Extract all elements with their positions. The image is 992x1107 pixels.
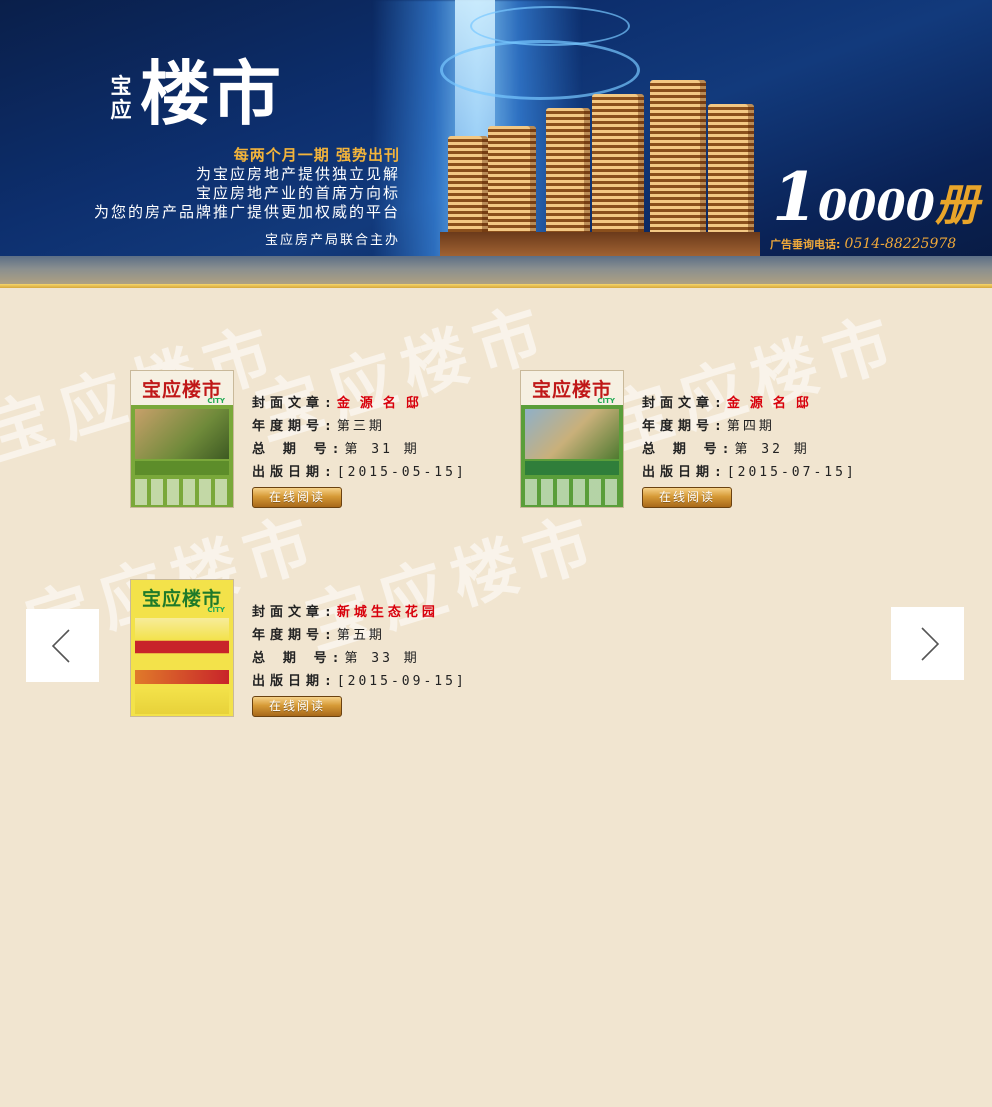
building-image [650, 80, 706, 256]
cover-city: CITY [207, 606, 225, 614]
field-label: 封面文章: [252, 605, 337, 620]
cover-city: CITY [207, 397, 225, 405]
annual-issue: 第三期 [336, 419, 385, 434]
issue-info: 封面文章:金源名邸 年度期号:第三期 总 期 号:第 31 期 出版日期:[20… [252, 392, 467, 508]
cover-grid [135, 479, 229, 505]
publish-date: [2015-05-15] [336, 465, 467, 480]
cover-photo [135, 618, 229, 668]
circulation-count: 10000册 [772, 158, 979, 236]
field-label: 封面文章: [252, 396, 337, 411]
slogan-line: 宝应房地产业的首席方向标 [195, 184, 400, 202]
light-ring-upper [470, 6, 630, 46]
cover-grid [135, 688, 229, 714]
read-online-button[interactable]: 在线阅读 [642, 487, 732, 508]
total-issue: 第 31 期 [344, 442, 420, 457]
field-label: 年度期号: [252, 628, 337, 643]
next-button[interactable] [891, 607, 964, 680]
cover-photo [135, 409, 229, 459]
prev-button[interactable] [26, 609, 99, 682]
cover-band [135, 670, 229, 684]
cover-band [135, 461, 229, 475]
cover-photo [525, 409, 619, 459]
cover-band [525, 461, 619, 475]
field-label: 年度期号: [252, 419, 337, 434]
ad-hotline: 广告垂询电话: 0514-88225978 [770, 236, 956, 252]
cover-grid [525, 479, 619, 505]
logo-subtitle: 宝应 [110, 73, 132, 122]
total-issue: 第 33 期 [344, 651, 420, 666]
issue-info: 封面文章:新城生态花园 年度期号:第五期 总 期 号:第 33 期 出版日期:[… [252, 601, 467, 717]
issue-cover-image[interactable]: 宝应楼市 CITY [130, 579, 234, 717]
publish-date: [2015-09-15] [336, 674, 467, 689]
chevron-right-icon [920, 626, 939, 661]
issue-cover-image[interactable]: 宝应楼市 CITY [520, 370, 624, 508]
total-issue: 第 32 期 [734, 442, 810, 457]
publish-date: [2015-07-15] [726, 465, 857, 480]
ad-label: 广告垂询电话: [770, 238, 841, 251]
field-label: 出版日期: [252, 465, 337, 480]
site-logo: 楼市 [140, 52, 282, 135]
banner-gold-edge [0, 284, 992, 288]
field-label: 总 期 号: [252, 442, 345, 457]
cover-article-title: 金源名邸 [336, 396, 429, 411]
circulation-digits: 0000 [817, 181, 935, 230]
cover-article-title: 金源名邸 [726, 396, 819, 411]
cover-article-title: 新城生态花园 [336, 605, 439, 620]
slogan-block: 每两个月一期 强势出刊 为宝应房地产提供独立见解 宝应房地产业的首席方向标 为您… [94, 146, 400, 250]
field-label: 总 期 号: [642, 442, 735, 457]
field-label: 出版日期: [642, 465, 727, 480]
issue-info: 封面文章:金源名邸 年度期号:第四期 总 期 号:第 32 期 出版日期:[20… [642, 392, 857, 508]
annual-issue: 第四期 [726, 419, 775, 434]
slogan-line: 为您的房产品牌推广提供更加权威的平台 [93, 203, 400, 221]
chevron-left-icon [51, 628, 70, 663]
circulation-unit: 册 [934, 180, 979, 231]
read-online-button[interactable]: 在线阅读 [252, 487, 342, 508]
cover-city: CITY [597, 397, 615, 405]
field-label: 出版日期: [252, 674, 337, 689]
building-podium [440, 232, 760, 256]
field-label: 年度期号: [642, 419, 727, 434]
slogan-line: 为宝应房地产提供独立见解 [195, 165, 400, 183]
ad-phone: 0514-88225978 [844, 236, 957, 252]
header-banner: 宝应 楼市 每两个月一期 强势出刊 为宝应房地产提供独立见解 宝应房地产业的首席… [0, 0, 992, 288]
field-label: 总 期 号: [252, 651, 345, 666]
light-ring [440, 40, 640, 100]
circulation-digit: 1 [772, 158, 818, 236]
field-label: 封面文章: [642, 396, 727, 411]
read-online-button[interactable]: 在线阅读 [252, 696, 342, 717]
sponsor-text: 宝应房产局联合主办 [264, 233, 400, 248]
issue-cover-image[interactable]: 宝应楼市 CITY [130, 370, 234, 508]
annual-issue: 第五期 [336, 628, 385, 643]
slogan-highlight: 每两个月一期 强势出刊 [233, 146, 400, 164]
